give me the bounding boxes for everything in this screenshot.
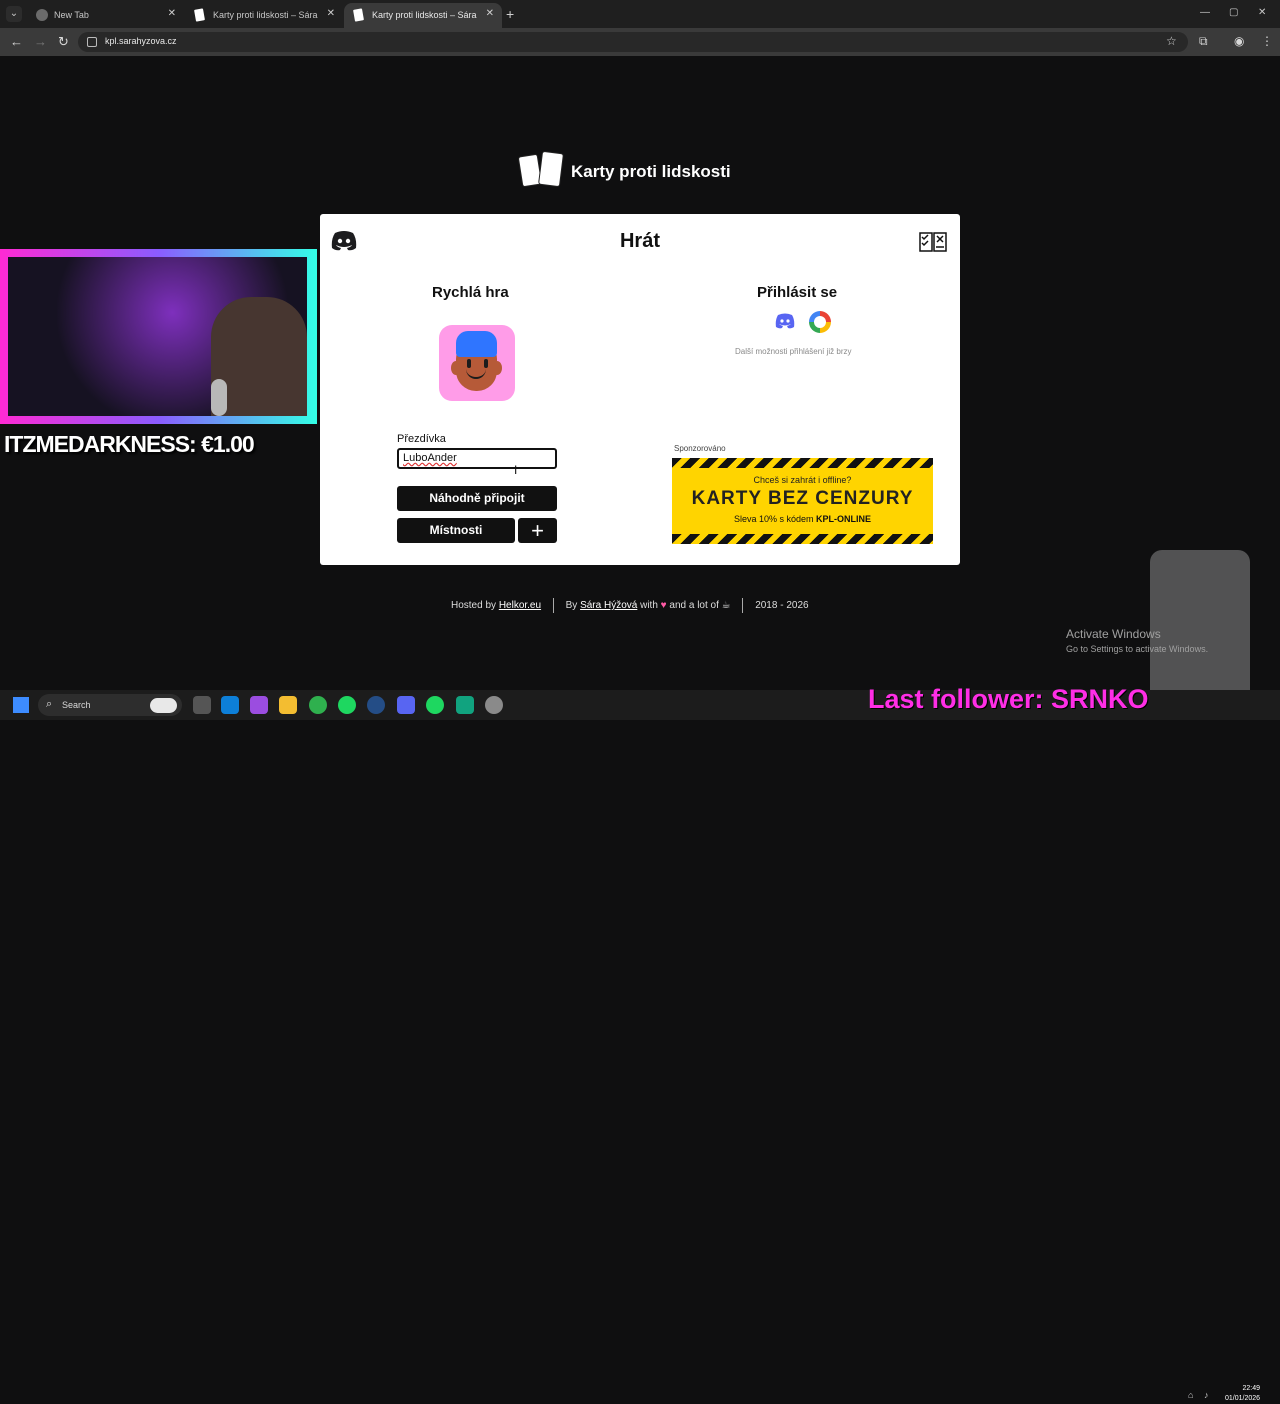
file-explorer-icon[interactable] xyxy=(279,696,297,714)
windows-start-icon[interactable] xyxy=(13,697,29,713)
avatar-eye xyxy=(484,359,488,368)
hazard-stripe xyxy=(672,458,933,468)
tab-karty-1[interactable]: Karty proti lidskosti – Sára Hýž... ✕ xyxy=(185,3,343,28)
globe-icon xyxy=(36,9,48,21)
volume-icon[interactable]: ♪ xyxy=(1204,1390,1209,1400)
webcam-overlay xyxy=(0,249,317,424)
chrome-icon[interactable] xyxy=(309,696,327,714)
card-favicon-icon xyxy=(353,8,364,22)
close-tab-icon[interactable]: ✕ xyxy=(486,8,494,19)
footer-divider xyxy=(552,598,554,613)
address-bar[interactable]: kpl.sarahyzova.cz xyxy=(78,32,1188,52)
ad-discount: Sleva 10% s kódem KPL-ONLINE xyxy=(672,514,933,524)
tab-search-icon[interactable]: ⌄ xyxy=(6,6,22,22)
activate-subtitle: Go to Settings to activate Windows. xyxy=(1066,644,1209,654)
close-tab-icon[interactable]: ✕ xyxy=(327,8,335,19)
site-footer: Hosted by Helkor.eu By Sára Hýžová with … xyxy=(451,598,809,613)
rooms-button[interactable]: Místnosti xyxy=(397,518,515,543)
nickname-input[interactable]: LuboAnder xyxy=(397,448,557,469)
nickname-label: Přezdívka xyxy=(397,433,446,445)
tab-title: Karty proti lidskosti – Sára Hýž... xyxy=(372,10,478,20)
card-favicon-icon xyxy=(194,8,205,22)
sponsored-banner[interactable]: Chceš si zahrát i offline? KARTY BEZ CEN… xyxy=(672,458,933,544)
spotify-icon[interactable] xyxy=(338,696,356,714)
minimize-icon[interactable]: — xyxy=(1200,7,1210,18)
card-logo-icon xyxy=(538,150,564,188)
copyright-years: 2018 - 2026 xyxy=(755,600,809,612)
extensions-icon[interactable]: ⧉ xyxy=(1199,34,1208,49)
windows-activation-watermark: Activate Windows Go to Settings to activ… xyxy=(1066,627,1208,654)
rules-book-icon[interactable] xyxy=(918,229,948,255)
close-window-icon[interactable]: ✕ xyxy=(1258,7,1266,18)
text-cursor-icon: Ι xyxy=(514,463,518,477)
page-title: Hrát xyxy=(619,230,660,252)
steam-icon[interactable] xyxy=(367,696,385,714)
tab-new-tab[interactable]: New Tab ✕ xyxy=(26,3,184,28)
footer-divider xyxy=(742,598,744,613)
url-text[interactable]: kpl.sarahyzova.cz xyxy=(105,36,177,46)
hosted-by-text: Hosted by xyxy=(451,600,499,612)
taskbar-search[interactable]: ⌕ Search xyxy=(38,694,182,716)
browser-toolbar: ← → ↻ kpl.sarahyzova.cz ☆ ⧉ ◉ ⋮ xyxy=(0,28,1280,56)
quick-game-title: Rychlá hra xyxy=(432,284,509,301)
settings-gear-icon[interactable] xyxy=(485,696,503,714)
login-note: Další možnosti přihlášení již brzy xyxy=(735,347,852,356)
ad-subtitle: Chceš si zahrát i offline? xyxy=(753,475,852,485)
donation-alert: ITZMEDARKNESS: €1.00 xyxy=(4,431,255,457)
discord-taskbar-icon[interactable] xyxy=(397,696,415,714)
tab-karty-active[interactable]: Karty proti lidskosti – Sára Hýž... ✕ xyxy=(344,3,502,28)
site-logo[interactable]: Karty proti lidskosti xyxy=(517,150,777,192)
login-title: Přihlásit se xyxy=(757,284,838,301)
play-panel: Hrát Rychlá hra Přezdívka LuboAnder Ι Ná… xyxy=(320,214,960,565)
taskbar-clock[interactable]: 22:49 01/01/2026 xyxy=(1225,1384,1260,1404)
microphone-icon xyxy=(211,379,227,416)
site-info-icon[interactable] xyxy=(87,37,97,47)
discord-login-icon[interactable] xyxy=(774,313,796,330)
tab-title: Karty proti lidskosti – Sára Hýž... xyxy=(213,10,319,20)
discount-text: Sleva 10% s kódem xyxy=(733,514,817,524)
back-arrow-icon[interactable]: ← xyxy=(10,34,23,49)
hazard-stripe xyxy=(672,534,933,544)
network-icon[interactable]: ⌂ xyxy=(1188,1390,1193,1400)
maximize-icon[interactable]: ▢ xyxy=(1229,7,1238,18)
clock-date: 01/01/2026 xyxy=(1225,1395,1261,1402)
task-view-icon[interactable] xyxy=(193,696,211,714)
browser-tab-strip: ⌄ New Tab ✕ Karty proti lidskosti – Sára… xyxy=(0,0,1280,28)
add-room-button[interactable]: + xyxy=(518,518,557,543)
host-link[interactable]: Helkor.eu xyxy=(499,600,541,611)
edge-icon[interactable] xyxy=(221,696,239,714)
webcam-video xyxy=(8,257,307,416)
sponsored-label: Sponzorováno xyxy=(674,444,726,453)
random-join-button[interactable]: Náhodně připojit xyxy=(397,486,557,511)
player-avatar[interactable] xyxy=(439,325,515,401)
chat-app-icon[interactable] xyxy=(456,696,474,714)
last-follower-banner: Last follower: SRNKO xyxy=(868,684,1149,714)
coffee-icon: ☕ xyxy=(721,600,731,612)
forward-arrow-icon[interactable]: → xyxy=(34,34,47,49)
search-highlight-icon xyxy=(150,698,177,713)
taskbar-search-label: Search xyxy=(62,700,91,710)
google-login-icon[interactable] xyxy=(809,311,831,333)
new-tab-plus-icon[interactable]: + xyxy=(506,6,514,22)
close-tab-icon[interactable]: ✕ xyxy=(168,8,176,19)
author-link[interactable]: Sára Hýžová xyxy=(580,600,637,611)
bookmark-star-icon[interactable]: ☆ xyxy=(1166,34,1177,48)
tab-title: New Tab xyxy=(54,10,89,20)
brand-title: Karty proti lidskosti xyxy=(571,162,731,181)
menu-dots-icon[interactable]: ⋮ xyxy=(1261,34,1273,48)
by-text: By xyxy=(565,600,581,612)
copilot-icon[interactable] xyxy=(250,696,268,714)
search-icon: ⌕ xyxy=(46,698,53,710)
avatar-hair xyxy=(456,331,497,357)
ad-title: KARTY BEZ CENZURY xyxy=(691,488,914,509)
avatar-eye xyxy=(467,359,471,368)
with-text: with xyxy=(637,600,661,612)
activate-title: Activate Windows xyxy=(1066,627,1161,641)
discount-code: KPL-ONLINE xyxy=(816,514,872,524)
clock-time: 22:49 xyxy=(1242,1385,1261,1392)
reload-icon[interactable]: ↻ xyxy=(58,34,69,50)
spotify-alt-icon[interactable] xyxy=(426,696,444,714)
and-text: and a lot of xyxy=(666,600,722,612)
profile-icon[interactable]: ◉ xyxy=(1234,34,1244,48)
